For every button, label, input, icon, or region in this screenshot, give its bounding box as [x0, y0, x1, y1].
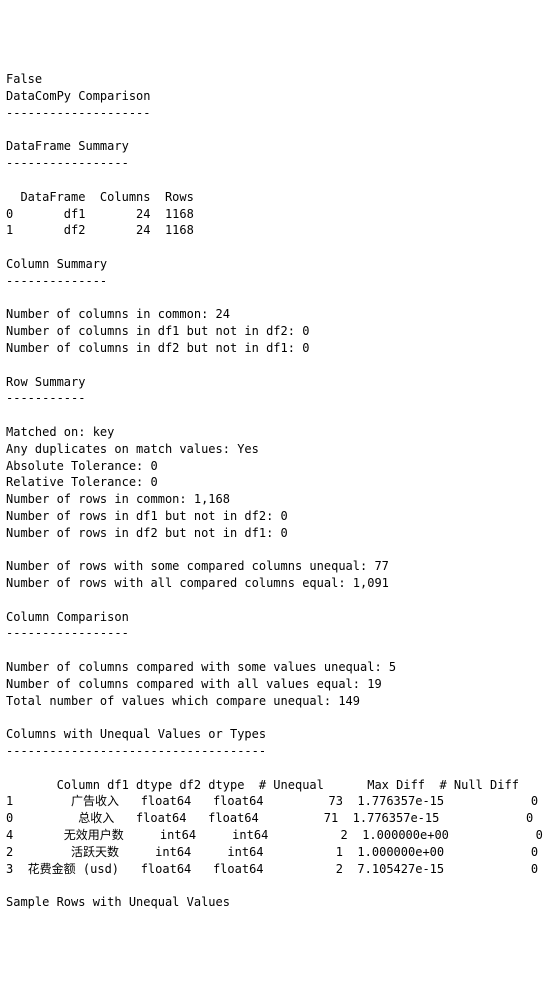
datacompy-report: False DataComPy Comparison -------------…	[0, 67, 545, 915]
